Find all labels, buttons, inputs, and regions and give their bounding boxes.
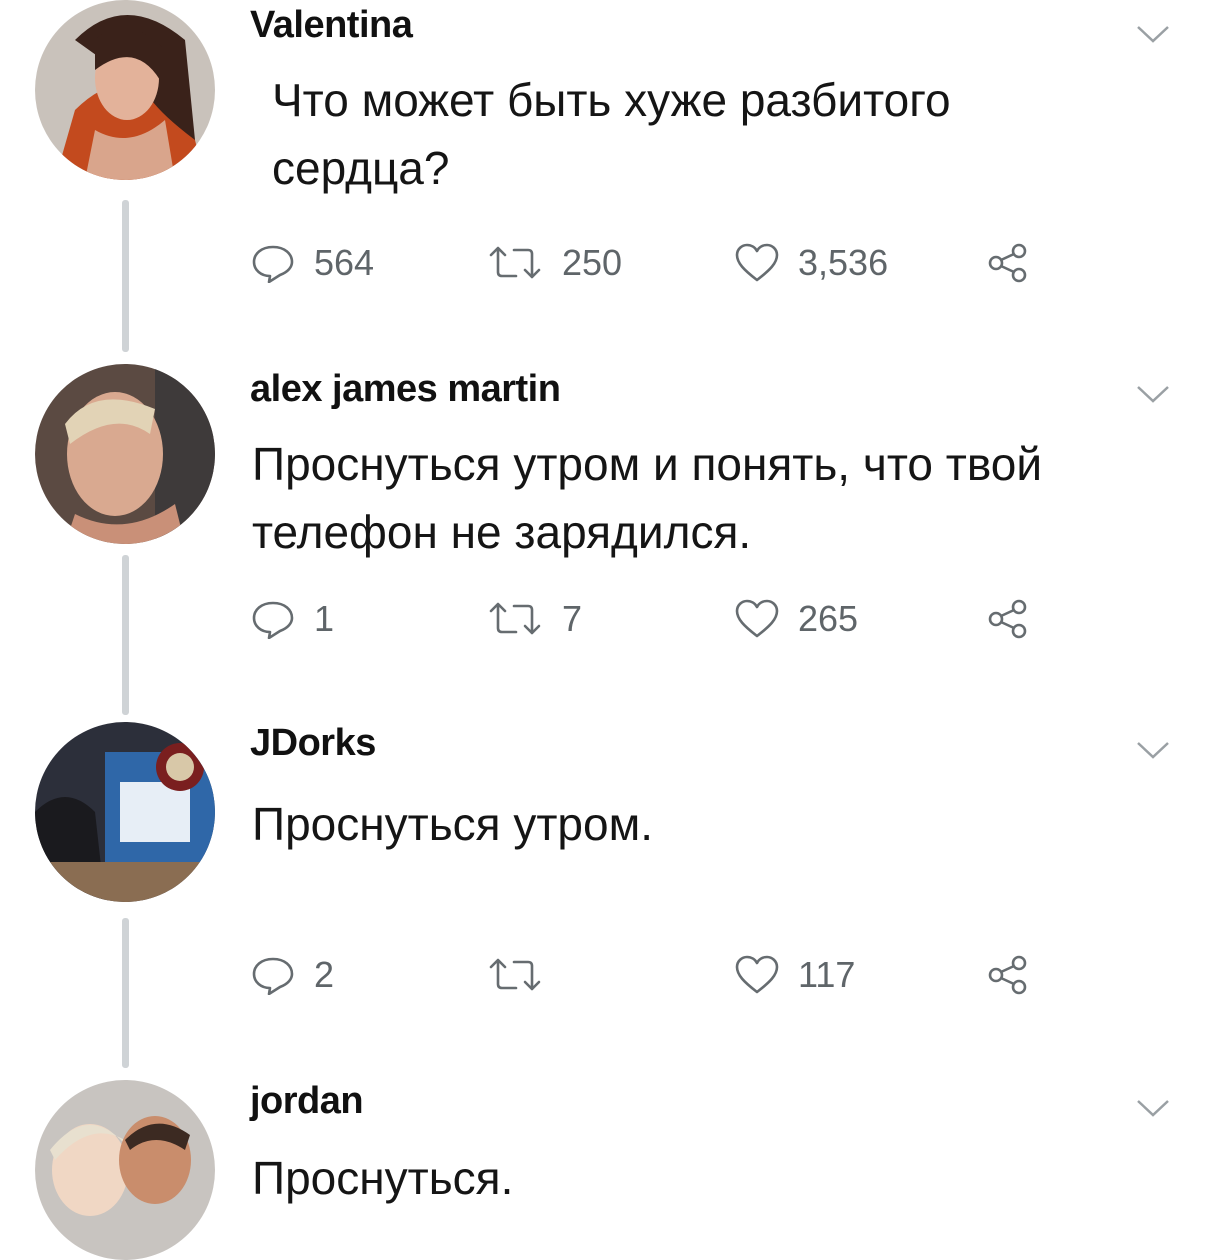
share-icon — [988, 955, 1027, 995]
reply-count: 1 — [314, 598, 335, 639]
like-count: 265 — [798, 598, 859, 639]
heart-icon — [735, 955, 779, 994]
share-icon — [988, 599, 1027, 639]
chevron-down-icon[interactable] — [1136, 1098, 1170, 1118]
thread-line — [122, 918, 129, 1068]
share-button[interactable] — [986, 950, 1030, 1000]
share-button[interactable] — [986, 594, 1030, 644]
like-button[interactable]: 3,536 — [734, 238, 888, 288]
retweet-icon — [489, 246, 541, 279]
tweet-text-line: телефон не зарядился. — [252, 506, 752, 558]
like-count: 3,536 — [798, 242, 889, 283]
reply-button[interactable]: 1 — [250, 594, 334, 644]
author-name[interactable]: Valentina — [250, 4, 413, 47]
share-icon — [988, 243, 1027, 283]
tweet-actions: 564 250 3,536 — [250, 238, 1050, 288]
retweet-button[interactable]: 7 — [486, 594, 582, 644]
reply-icon — [252, 957, 294, 995]
tweet-actions: 2 117 — [250, 950, 1050, 1000]
reply-button[interactable]: 2 — [250, 950, 334, 1000]
retweet-count: 250 — [562, 242, 623, 283]
tweet-text-line: Проснуться. — [252, 1152, 514, 1204]
heart-icon — [735, 243, 779, 282]
tweet-text: Проснуться утром и понять, что твой теле… — [252, 430, 1042, 566]
author-name[interactable]: alex james martin — [250, 368, 561, 411]
tweet-text-line: Что может быть хуже разбитого — [272, 74, 951, 126]
chevron-down-icon[interactable] — [1136, 740, 1170, 760]
avatar[interactable] — [35, 364, 215, 544]
author-name[interactable]: jordan — [250, 1080, 364, 1123]
author-name[interactable]: JDorks — [250, 722, 376, 765]
chevron-down-icon[interactable] — [1136, 384, 1170, 404]
avatar[interactable] — [35, 0, 215, 180]
tweet-text-line: сердца? — [272, 142, 450, 194]
tweet-text: Что может быть хуже разбитого сердца? — [272, 66, 951, 202]
retweet-count: 7 — [562, 598, 583, 639]
tweet-text: Проснуться утром. — [252, 790, 653, 858]
avatar[interactable] — [35, 1080, 215, 1260]
tweet-actions: 1 7 265 — [250, 594, 1050, 644]
reply-icon — [252, 601, 294, 639]
reply-icon — [252, 245, 294, 283]
reply-button[interactable]: 564 — [250, 238, 374, 288]
heart-icon — [735, 599, 779, 638]
thread-line — [122, 555, 129, 715]
tweet-text: Проснуться. — [252, 1144, 513, 1212]
retweet-button[interactable] — [486, 950, 562, 1000]
reply-count: 564 — [314, 242, 375, 283]
like-count: 117 — [798, 954, 856, 995]
like-button[interactable]: 117 — [734, 950, 855, 1000]
chevron-down-icon[interactable] — [1136, 24, 1170, 44]
retweet-button[interactable]: 250 — [486, 238, 622, 288]
retweet-icon — [489, 958, 541, 991]
reply-count: 2 — [314, 954, 335, 995]
tweet-text-line: Проснуться утром и понять, что твой — [252, 438, 1043, 490]
retweet-icon — [489, 602, 541, 635]
tweet-text-line: Проснуться утром. — [252, 798, 653, 850]
share-button[interactable] — [986, 238, 1030, 288]
like-button[interactable]: 265 — [734, 594, 858, 644]
thread-line — [122, 200, 129, 352]
avatar[interactable] — [35, 722, 215, 902]
